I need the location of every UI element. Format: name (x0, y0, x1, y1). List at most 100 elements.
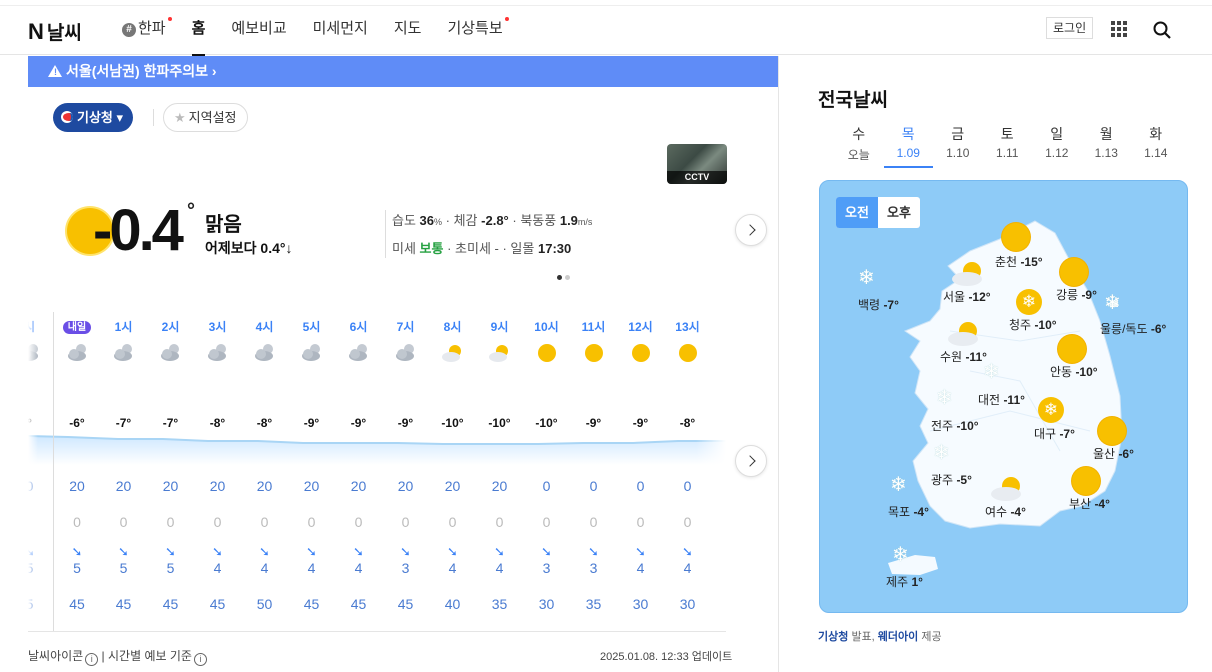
date-label: 1.09 (896, 146, 920, 160)
tab-weather-warning[interactable]: 기상특보 (447, 6, 509, 55)
wind-value: 1.9 (559, 213, 578, 228)
indicator-dot[interactable] (557, 275, 562, 280)
sun-cloud-icon (441, 343, 465, 363)
day-tab[interactable]: 일 1.12 (1032, 124, 1082, 168)
region-settings-button[interactable]: ★ 지역설정 (163, 103, 248, 132)
credit-partner[interactable]: 웨더아이 (878, 631, 918, 643)
city-label[interactable]: 제주 1° (886, 573, 923, 590)
indicator-dot[interactable] (565, 275, 570, 280)
tab-home[interactable]: 홈 (191, 6, 206, 56)
weather-logo[interactable]: N 날씨 (28, 18, 82, 45)
rain-amount: 0 (119, 514, 128, 530)
city-label[interactable]: 광주 -5° (931, 471, 972, 488)
info-icon[interactable]: i (85, 653, 99, 666)
source-select-button[interactable]: 기상청 ▾ (53, 103, 134, 132)
scroll-fade (696, 312, 726, 632)
tab-map[interactable]: 지도 (394, 6, 422, 55)
next-button[interactable] (735, 445, 767, 477)
cold-wave-alert-banner[interactable]: ! 서울(서남권) 한파주의보 › (28, 56, 778, 87)
hourly-column: 6시 -9° 20 0 ➘ 4 45 (335, 312, 382, 632)
weather-details-row1: 습도 36% · 체감 -2.8° · 북동풍 1.9m/s (392, 210, 592, 229)
day-tab[interactable]: 목 1.09 (883, 124, 933, 168)
cctv-thumbnail[interactable]: CCTV (667, 144, 727, 184)
city-label[interactable]: 안동 -10° (1050, 363, 1098, 380)
wind-speed: ➘ 4 (335, 544, 382, 576)
wind-direction-icon: ➘ (353, 544, 364, 559)
wind-direction-icon: ➘ (212, 544, 223, 559)
hourly-footer: 날씨아이콘 i | 시간별 예보 기준 i (28, 647, 207, 666)
wind-speed: ➘ 4 (288, 544, 335, 576)
city-label[interactable]: 강릉 -9° (1056, 286, 1097, 303)
city-label[interactable]: 전주 -10° (931, 417, 979, 434)
wind-speed: ➘ 3 (382, 544, 429, 576)
wind-direction-icon: ➘ (400, 544, 411, 559)
hour-temperature: -10° (535, 416, 558, 430)
tab-forecast-compare[interactable]: 예보비교 (231, 6, 286, 55)
humidity: 45 (162, 596, 179, 612)
day-tab[interactable]: 화 1.14 (1131, 124, 1181, 168)
city-label[interactable]: 춘천 -15° (995, 253, 1043, 270)
tab-label: 홈 (191, 20, 206, 37)
wind-direction-icon: ➘ (306, 544, 317, 559)
korea-weather-map: 오전 오후 춘천 -15° 서울 -12° 강릉 -9° ❄ 백령 -7° ❄ 청주 -10… (819, 180, 1188, 613)
humidity-value: 36 (419, 213, 435, 228)
day-tab[interactable]: 수 오늘 (834, 124, 884, 168)
city-label[interactable]: 대전 -11° (978, 391, 1025, 408)
hour-label: 6시 (349, 320, 368, 334)
city-label[interactable]: 서울 -12° (943, 288, 991, 305)
credit-source[interactable]: 기상청 (818, 631, 848, 643)
login-button[interactable]: 로그인 (1046, 17, 1094, 39)
info-icon[interactable]: i (193, 653, 207, 666)
day-tab[interactable]: 월 1.13 (1082, 124, 1132, 168)
wind-speed: ➘ 4 (194, 544, 241, 576)
rain-probability: 20 (397, 478, 414, 494)
night-cloud-icon (347, 343, 371, 363)
hash-icon: # (122, 23, 136, 37)
wind-speed: ➘5 (100, 544, 147, 576)
next-button[interactable] (735, 214, 767, 246)
city-label[interactable]: 수원 -11° (940, 348, 987, 365)
forecast-basis-label: 시간별 예보 기준 (108, 649, 192, 663)
city-label[interactable]: 울릉/독도 -6° (1100, 320, 1166, 337)
city-label[interactable]: 울산 -6° (1093, 445, 1134, 462)
city-label[interactable]: 여수 -4° (985, 503, 1026, 520)
night-cloud-icon (394, 343, 418, 363)
dust-label: 미세 (392, 241, 416, 256)
wind-direction-icon: ➘ (635, 544, 646, 559)
city-label[interactable]: 청주 -10° (1009, 316, 1057, 333)
day-label: 화 (1149, 126, 1163, 142)
hour-temperature: -9° (632, 416, 649, 430)
chevron-right-icon: › (211, 63, 217, 79)
map-credit: 기상청 발표, 웨더아이 제공 (818, 628, 942, 644)
weather-details-row2: 미세 보통 · 초미세 - · 일몰 17:30 (392, 238, 571, 257)
day-tab[interactable]: 토 1.11 (983, 124, 1033, 168)
hourly-column: 내일 -6° 20 0 ➘ 5 45 (53, 312, 100, 632)
hourly-forecast[interactable]: 시°0➘55내일-6°200➘5451시-7°200➘5452시-7°200➘5… (28, 312, 726, 632)
day-label: 월 (1099, 126, 1113, 142)
humidity: 45 (115, 596, 132, 612)
tab-label: 한파 (138, 20, 166, 37)
apps-grid-icon[interactable] (1111, 21, 1127, 37)
city-label[interactable]: 목포 -4° (888, 503, 929, 520)
rain-amount: 0 (589, 514, 598, 530)
sunset-label: · 일몰 (502, 241, 535, 256)
wind-direction-icon: ➘ (259, 544, 270, 559)
tab-label: 기상특보 (447, 20, 503, 37)
search-icon[interactable] (1153, 21, 1171, 39)
night-cloud-icon (159, 343, 183, 363)
feel-value: -2.8° (481, 213, 509, 228)
compare-value: 0.4°↓ (260, 240, 293, 256)
tab-fine-dust[interactable]: 미세먼지 (313, 6, 368, 55)
city-label[interactable]: 부산 -4° (1069, 495, 1110, 512)
day-tab[interactable]: 금 1.10 (933, 124, 983, 168)
wind-direction-icon: ➘ (165, 544, 176, 559)
tab-cold-wave[interactable]: # 한파 (122, 6, 172, 55)
city-label[interactable]: 대구 -7° (1034, 425, 1075, 442)
hourly-column: 3시 -8° 20 0 ➘ 4 45 (194, 312, 241, 632)
city-label[interactable]: 백령 -7° (858, 296, 899, 313)
hour-temperature: -6° (69, 416, 85, 430)
hour-temperature: -8° (256, 416, 273, 430)
snow-icon: ❄ (1104, 292, 1121, 314)
wind-label: · 북동풍 (512, 213, 557, 228)
wind-direction-icon: ➘ (588, 544, 599, 559)
